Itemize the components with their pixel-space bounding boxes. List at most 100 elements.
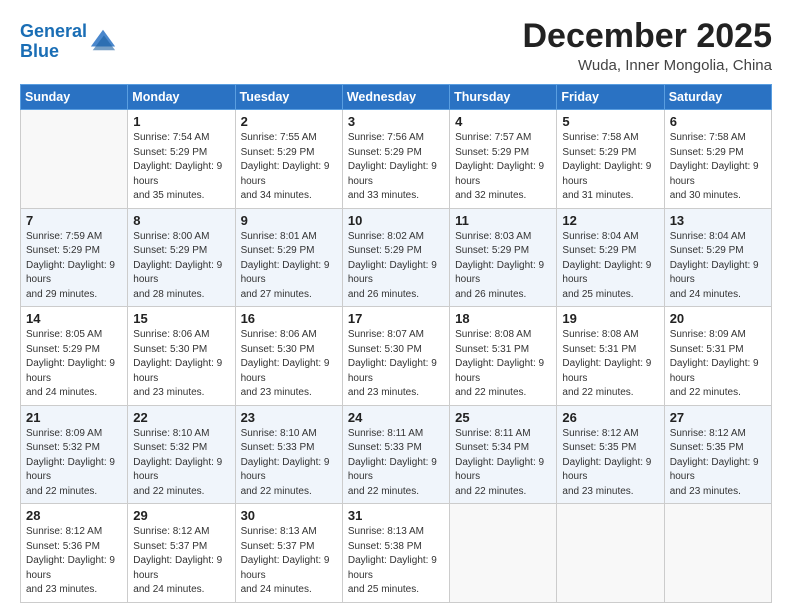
day-info: Sunrise: 8:09 AMSunset: 5:32 PMDaylight:… — [26, 427, 122, 500]
calendar-week-row: 21 Sunrise: 8:09 AMSunset: 5:32 PMDayligh… — [21, 405, 772, 504]
day-info: Sunrise: 8:12 AMSunset: 5:35 PMDaylight:… — [562, 427, 658, 500]
day-number: 18 — [455, 311, 551, 326]
calendar-week-row: 28Sunrise: 8:12 AMSunset: 5:36 PMDayligh… — [21, 504, 772, 603]
day-info: Sunrise: 8:05 AMSunset: 5:29 PMDaylight:… — [26, 328, 122, 401]
calendar-day-cell: 28Sunrise: 8:12 AMSunset: 5:36 PMDayligh… — [21, 504, 128, 603]
day-number: 22 — [133, 410, 229, 425]
calendar-day-cell: 4Sunrise: 7:57 AMSunset: 5:29 PMDaylight… — [450, 110, 557, 209]
day-info: Sunrise: 8:04 AMSunset: 5:29 PMDaylight:… — [562, 230, 658, 303]
day-info: Sunrise: 8:04 AMSunset: 5:29 PMDaylight:… — [670, 230, 766, 303]
location: Wuda, Inner Mongolia, China — [522, 57, 772, 74]
day-info: Sunrise: 8:11 AMSunset: 5:34 PMDaylight:… — [455, 427, 551, 500]
calendar-day-cell: 6Sunrise: 7:58 AMSunset: 5:29 PMDaylight… — [664, 110, 771, 209]
day-info: Sunrise: 8:07 AMSunset: 5:30 PMDaylight:… — [348, 328, 444, 401]
day-info: Sunrise: 8:08 AMSunset: 5:31 PMDaylight:… — [562, 328, 658, 401]
weekday-header: Friday — [557, 85, 664, 110]
day-number: 12 — [562, 213, 658, 228]
calendar-week-row: 1 Sunrise: 7:54 AMSunset: 5:29 PMDaylight… — [21, 110, 772, 209]
day-number: 10 — [348, 213, 444, 228]
day-info: Sunrise: 7:58 AMSunset: 5:29 PMDaylight:… — [670, 131, 766, 204]
day-info: Sunrise: 8:12 AMSunset: 5:35 PMDaylight:… — [670, 427, 766, 500]
day-number: 26 — [562, 410, 658, 425]
calendar-day-cell: 27 Sunrise: 8:12 AMSunset: 5:35 PMDayligh… — [664, 405, 771, 504]
calendar-day-cell — [664, 504, 771, 603]
calendar-day-cell: 29Sunrise: 8:12 AMSunset: 5:37 PMDayligh… — [128, 504, 235, 603]
day-info: Sunrise: 7:59 AMSunset: 5:29 PMDaylight:… — [26, 230, 122, 303]
logo-text: General Blue — [20, 22, 87, 62]
calendar-header: SundayMondayTuesdayWednesdayThursdayFrid… — [21, 85, 772, 110]
weekday-header: Saturday — [664, 85, 771, 110]
day-number: 30 — [241, 508, 337, 523]
logo-line1: General — [20, 21, 87, 41]
day-number: 15 — [133, 311, 229, 326]
calendar-day-cell: 23Sunrise: 8:10 AMSunset: 5:33 PMDayligh… — [235, 405, 342, 504]
calendar-day-cell: 14 Sunrise: 8:05 AMSunset: 5:29 PMDayligh… — [21, 307, 128, 406]
weekday-header: Monday — [128, 85, 235, 110]
day-info: Sunrise: 7:55 AMSunset: 5:29 PMDaylight:… — [241, 131, 337, 204]
logo: General Blue — [20, 22, 117, 62]
day-number: 1 — [133, 114, 229, 129]
day-number: 7 — [26, 213, 122, 228]
day-number: 8 — [133, 213, 229, 228]
day-number: 2 — [241, 114, 337, 129]
day-number: 29 — [133, 508, 229, 523]
calendar-day-cell: 22 Sunrise: 8:10 AMSunset: 5:32 PMDayligh… — [128, 405, 235, 504]
calendar-day-cell: 24 Sunrise: 8:11 AMSunset: 5:33 PMDayligh… — [342, 405, 449, 504]
calendar-day-cell — [557, 504, 664, 603]
calendar-day-cell — [21, 110, 128, 209]
day-info: Sunrise: 8:11 AMSunset: 5:33 PMDaylight:… — [348, 427, 444, 500]
weekday-header: Sunday — [21, 85, 128, 110]
calendar-day-cell: 7 Sunrise: 7:59 AMSunset: 5:29 PMDaylight… — [21, 208, 128, 307]
day-info: Sunrise: 7:56 AMSunset: 5:29 PMDaylight:… — [348, 131, 444, 204]
calendar-day-cell — [450, 504, 557, 603]
day-info: Sunrise: 8:02 AMSunset: 5:29 PMDaylight:… — [348, 230, 444, 303]
day-number: 4 — [455, 114, 551, 129]
calendar-day-cell: 1 Sunrise: 7:54 AMSunset: 5:29 PMDaylight… — [128, 110, 235, 209]
calendar-day-cell: 11 Sunrise: 8:03 AMSunset: 5:29 PMDayligh… — [450, 208, 557, 307]
day-number: 14 — [26, 311, 122, 326]
calendar-week-row: 14 Sunrise: 8:05 AMSunset: 5:29 PMDayligh… — [21, 307, 772, 406]
day-number: 20 — [670, 311, 766, 326]
day-number: 27 — [670, 410, 766, 425]
page: General Blue December 2025 Wuda, Inner M… — [0, 0, 792, 612]
calendar-day-cell: 25Sunrise: 8:11 AMSunset: 5:34 PMDayligh… — [450, 405, 557, 504]
calendar-day-cell: 3 Sunrise: 7:56 AMSunset: 5:29 PMDaylight… — [342, 110, 449, 209]
calendar-day-cell: 9 Sunrise: 8:01 AMSunset: 5:29 PMDaylight… — [235, 208, 342, 307]
day-info: Sunrise: 8:06 AMSunset: 5:30 PMDaylight:… — [241, 328, 337, 401]
day-number: 24 — [348, 410, 444, 425]
calendar-day-cell: 15 Sunrise: 8:06 AMSunset: 5:30 PMDayligh… — [128, 307, 235, 406]
day-number: 17 — [348, 311, 444, 326]
header: General Blue December 2025 Wuda, Inner M… — [20, 18, 772, 74]
day-info: Sunrise: 8:10 AMSunset: 5:32 PMDaylight:… — [133, 427, 229, 500]
calendar-day-cell: 10 Sunrise: 8:02 AMSunset: 5:29 PMDayligh… — [342, 208, 449, 307]
calendar-day-cell: 2 Sunrise: 7:55 AMSunset: 5:29 PMDaylight… — [235, 110, 342, 209]
weekday-header: Thursday — [450, 85, 557, 110]
day-info: Sunrise: 8:03 AMSunset: 5:29 PMDaylight:… — [455, 230, 551, 303]
day-info: Sunrise: 8:08 AMSunset: 5:31 PMDaylight:… — [455, 328, 551, 401]
day-info: Sunrise: 8:13 AMSunset: 5:37 PMDaylight:… — [241, 525, 337, 598]
day-info: Sunrise: 8:01 AMSunset: 5:29 PMDaylight:… — [241, 230, 337, 303]
day-number: 11 — [455, 213, 551, 228]
day-number: 5 — [562, 114, 658, 129]
logo-icon — [89, 26, 117, 54]
day-info: Sunrise: 8:13 AMSunset: 5:38 PMDaylight:… — [348, 525, 444, 598]
calendar-day-cell: 8 Sunrise: 8:00 AMSunset: 5:29 PMDaylight… — [128, 208, 235, 307]
day-number: 3 — [348, 114, 444, 129]
day-number: 19 — [562, 311, 658, 326]
day-number: 13 — [670, 213, 766, 228]
title-block: December 2025 Wuda, Inner Mongolia, Chin… — [522, 18, 772, 74]
weekday-header: Tuesday — [235, 85, 342, 110]
day-info: Sunrise: 7:58 AMSunset: 5:29 PMDaylight:… — [562, 131, 658, 204]
day-info: Sunrise: 8:12 AMSunset: 5:36 PMDaylight:… — [26, 525, 122, 598]
calendar-day-cell: 13 Sunrise: 8:04 AMSunset: 5:29 PMDayligh… — [664, 208, 771, 307]
day-number: 21 — [26, 410, 122, 425]
day-info: Sunrise: 8:00 AMSunset: 5:29 PMDaylight:… — [133, 230, 229, 303]
day-info: Sunrise: 8:09 AMSunset: 5:31 PMDaylight:… — [670, 328, 766, 401]
calendar-day-cell: 12 Sunrise: 8:04 AMSunset: 5:29 PMDayligh… — [557, 208, 664, 307]
day-info: Sunrise: 7:54 AMSunset: 5:29 PMDaylight:… — [133, 131, 229, 204]
day-number: 16 — [241, 311, 337, 326]
day-info: Sunrise: 8:10 AMSunset: 5:33 PMDaylight:… — [241, 427, 337, 500]
day-info: Sunrise: 8:06 AMSunset: 5:30 PMDaylight:… — [133, 328, 229, 401]
day-number: 9 — [241, 213, 337, 228]
calendar-day-cell: 5 Sunrise: 7:58 AMSunset: 5:29 PMDaylight… — [557, 110, 664, 209]
